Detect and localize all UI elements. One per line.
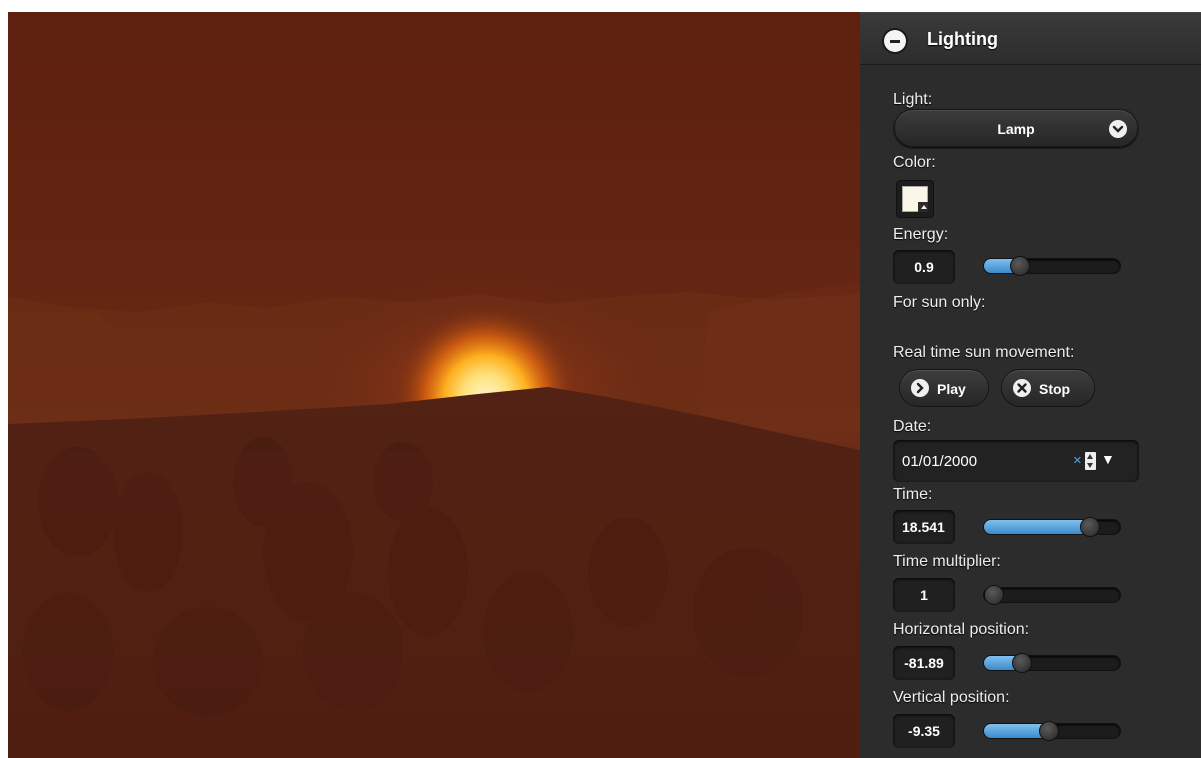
hpos-slider-handle[interactable]: [1012, 653, 1032, 673]
energy-input[interactable]: 0.9: [893, 250, 955, 284]
panel-header[interactable]: Lighting: [860, 12, 1201, 65]
hpos-input[interactable]: -81.89: [893, 646, 955, 680]
chevron-right-icon: [911, 379, 929, 397]
panel-title: Lighting: [927, 29, 998, 49]
light-label: Light:: [893, 91, 933, 108]
hpos-label: Horizontal position:: [893, 621, 1030, 638]
play-button[interactable]: Play: [899, 369, 989, 407]
close-x-icon: [1013, 379, 1031, 397]
3d-viewport[interactable]: [8, 12, 860, 758]
vpos-label: Vertical position:: [893, 689, 1010, 706]
time-slider-fill: [984, 520, 1089, 534]
light-select-value: Lamp: [997, 121, 1035, 137]
multiplier-slider-handle[interactable]: [984, 585, 1004, 605]
light-select[interactable]: Lamp: [894, 109, 1138, 147]
color-swatch[interactable]: [896, 180, 934, 218]
multiplier-slider[interactable]: [983, 585, 1121, 605]
play-label: Play: [937, 381, 966, 397]
hpos-slider[interactable]: [983, 653, 1121, 673]
spinner-icon[interactable]: [1085, 452, 1096, 470]
energy-slider[interactable]: [983, 256, 1121, 276]
realtime-label: Real time sun movement:: [893, 344, 1075, 361]
sun-only-label: For sun only:: [893, 294, 986, 311]
caret-up-icon: [918, 202, 928, 212]
sunset-scene: [8, 274, 860, 758]
vpos-slider[interactable]: [983, 721, 1121, 741]
date-value: 01/01/2000: [902, 453, 978, 470]
date-label: Date:: [893, 418, 932, 435]
multiplier-input[interactable]: 1: [893, 578, 955, 612]
minus-circle-icon[interactable]: [884, 30, 906, 52]
stop-button[interactable]: Stop: [1001, 369, 1095, 407]
time-label: Time:: [893, 486, 933, 503]
vpos-slider-handle[interactable]: [1039, 721, 1059, 741]
multiplier-label: Time multiplier:: [893, 553, 1001, 570]
time-slider[interactable]: [983, 517, 1121, 537]
time-input[interactable]: 18.541: [893, 510, 955, 544]
time-slider-handle[interactable]: [1080, 517, 1100, 537]
haze: [8, 452, 860, 758]
x-icon[interactable]: ×: [1073, 452, 1082, 469]
vpos-input[interactable]: -9.35: [893, 714, 955, 748]
date-input[interactable]: 01/01/2000 × ▼: [893, 440, 1139, 482]
energy-label: Energy:: [893, 226, 949, 243]
lighting-panel: Lighting Light: Lamp Color: Energy: 0.9 …: [860, 12, 1201, 758]
color-label: Color:: [893, 154, 936, 171]
stop-label: Stop: [1039, 381, 1071, 397]
energy-slider-handle[interactable]: [1010, 256, 1030, 276]
chevron-down-icon: [1109, 120, 1127, 138]
triangle-down-icon[interactable]: ▼: [1101, 451, 1115, 467]
